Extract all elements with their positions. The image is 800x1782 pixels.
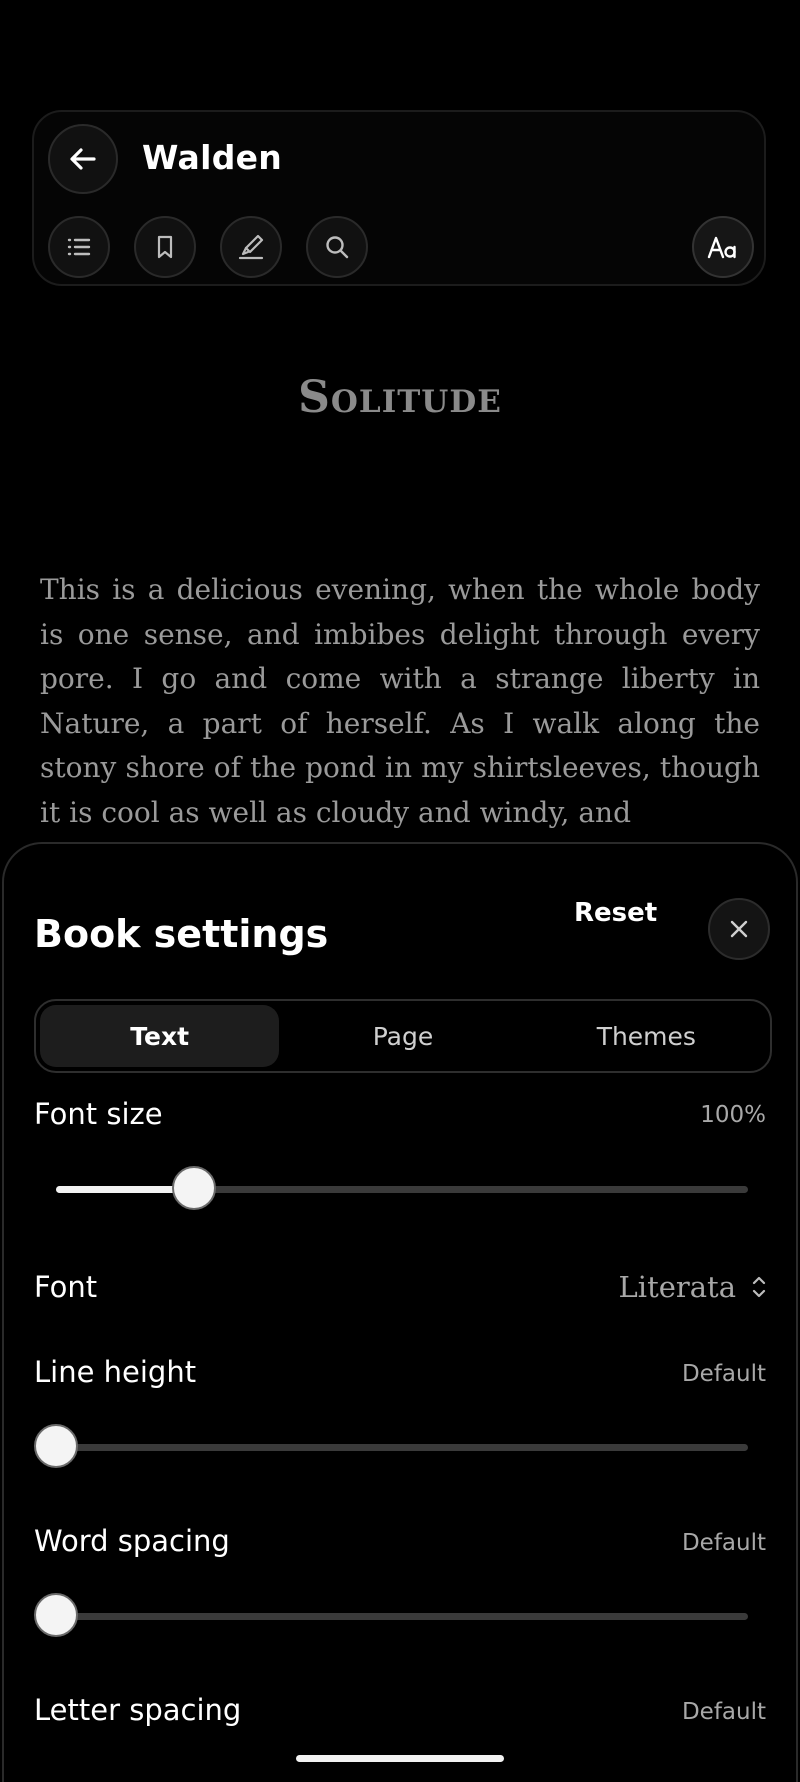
font-label: Font — [34, 1270, 98, 1304]
text-format-icon — [707, 236, 736, 259]
list-icon — [67, 238, 91, 256]
reset-button[interactable]: Reset — [574, 898, 657, 928]
word-spacing-label: Word spacing — [34, 1524, 230, 1558]
text-settings-button[interactable] — [692, 216, 754, 278]
font-size-value: 100% — [700, 1102, 766, 1128]
search-button[interactable] — [306, 216, 368, 278]
line-height-label: Line height — [34, 1355, 197, 1389]
slider-thumb[interactable] — [34, 1424, 78, 1468]
settings-tabs: Text Page Themes — [34, 999, 772, 1073]
arrow-left-icon — [70, 148, 96, 170]
line-height-value: Default — [681, 1361, 766, 1387]
bookmark-icon — [157, 235, 173, 259]
close-icon — [730, 920, 748, 938]
font-select[interactable]: Literata — [619, 1270, 768, 1304]
sheet-title: Book settings — [34, 912, 329, 956]
line-height-slider[interactable] — [34, 1424, 748, 1468]
highlighter-icon — [238, 234, 264, 260]
table-of-contents-button[interactable] — [48, 216, 110, 278]
back-button[interactable] — [48, 124, 118, 194]
tab-text[interactable]: Text — [40, 1005, 280, 1067]
slider-track — [56, 1613, 748, 1620]
close-button[interactable] — [708, 898, 770, 960]
slider-track — [56, 1444, 748, 1451]
book-settings-sheet: Book settings Reset Text Page Themes Fon… — [2, 842, 798, 1782]
chapter-paragraph: This is a delicious evening, when the wh… — [40, 573, 760, 829]
letter-spacing-value: Default — [681, 1699, 766, 1725]
chapter-title: Solitude — [298, 372, 502, 423]
word-spacing-value: Default — [681, 1530, 766, 1556]
font-size-label: Font size — [34, 1097, 163, 1131]
tab-themes[interactable]: Themes — [527, 1005, 766, 1067]
letter-spacing-label: Letter spacing — [34, 1693, 242, 1727]
home-indicator[interactable] — [296, 1755, 504, 1762]
search-icon — [326, 236, 349, 259]
slider-thumb[interactable] — [172, 1166, 217, 1210]
word-spacing-slider[interactable] — [34, 1593, 748, 1637]
chevron-up-down-icon — [752, 1276, 766, 1298]
slider-thumb[interactable] — [34, 1593, 78, 1637]
bookmark-button[interactable] — [134, 216, 196, 278]
book-title: Walden — [142, 138, 283, 177]
highlight-button[interactable] — [220, 216, 282, 278]
reader-toolbar: Walden — [32, 110, 766, 286]
font-size-slider[interactable] — [56, 1166, 748, 1210]
tab-page[interactable]: Page — [283, 1005, 522, 1067]
font-select-value: Literata — [618, 1270, 736, 1304]
